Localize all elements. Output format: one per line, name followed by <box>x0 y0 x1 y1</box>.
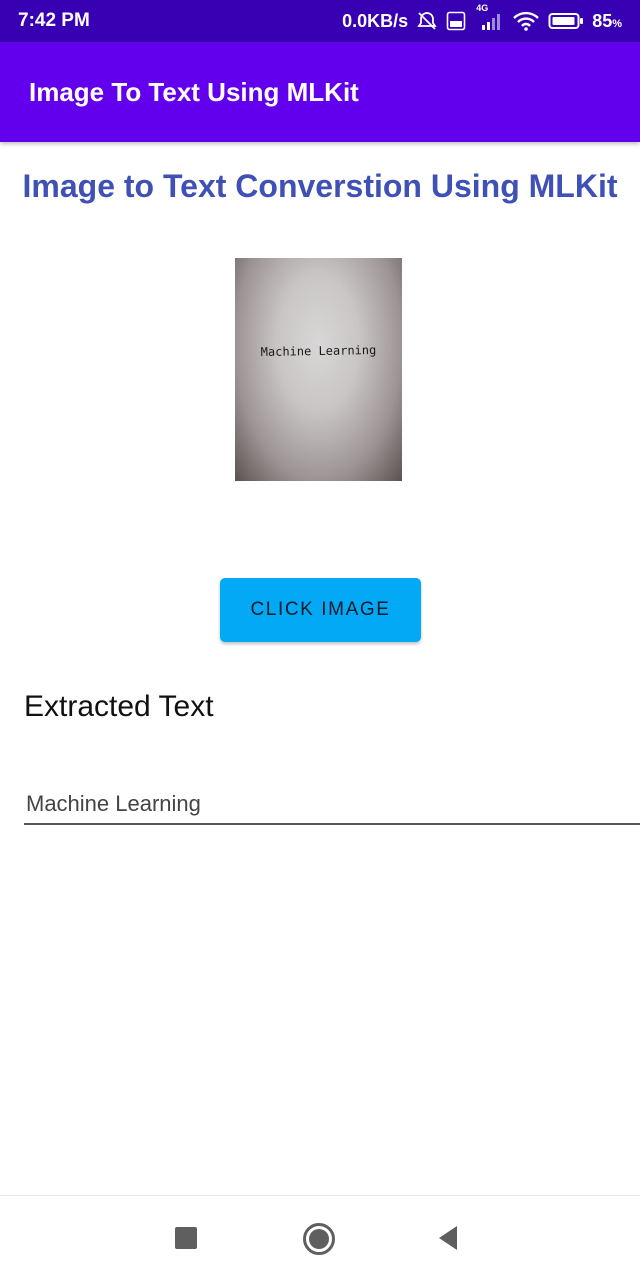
network-type-label: 4G <box>476 3 489 13</box>
status-icons: 0.0KB/s 4G 85% <box>342 3 622 32</box>
battery-icon <box>548 11 584 31</box>
app-title: Image To Text Using MLKit <box>29 76 359 107</box>
battery-level: 85% <box>592 10 622 31</box>
status-bar: 7:42 PM 0.0KB/s 4G 85% <box>0 0 640 42</box>
signal-icon: 4G <box>474 3 504 31</box>
click-image-button[interactable]: CLICK IMAGE <box>220 578 421 642</box>
home-icon[interactable] <box>301 1221 337 1257</box>
captured-image-preview: Machine Learning <box>235 258 402 481</box>
page-heading: Image to Text Converstion Using MLKit <box>22 168 618 204</box>
network-speed: 0.0KB/s <box>342 10 409 31</box>
preview-image-text: Machine Learning <box>260 342 377 360</box>
back-icon[interactable] <box>432 1222 464 1254</box>
navigation-bar <box>0 1195 640 1280</box>
volte-icon <box>446 11 466 31</box>
recents-icon[interactable] <box>170 1222 202 1254</box>
extracted-text-field[interactable] <box>24 785 640 825</box>
status-time: 7:42 PM <box>18 10 90 31</box>
app-bar: Image To Text Using MLKit <box>0 42 640 142</box>
wifi-icon <box>512 10 540 32</box>
extracted-text-label: Extracted Text <box>24 690 214 723</box>
alarm-off-icon <box>416 10 438 32</box>
